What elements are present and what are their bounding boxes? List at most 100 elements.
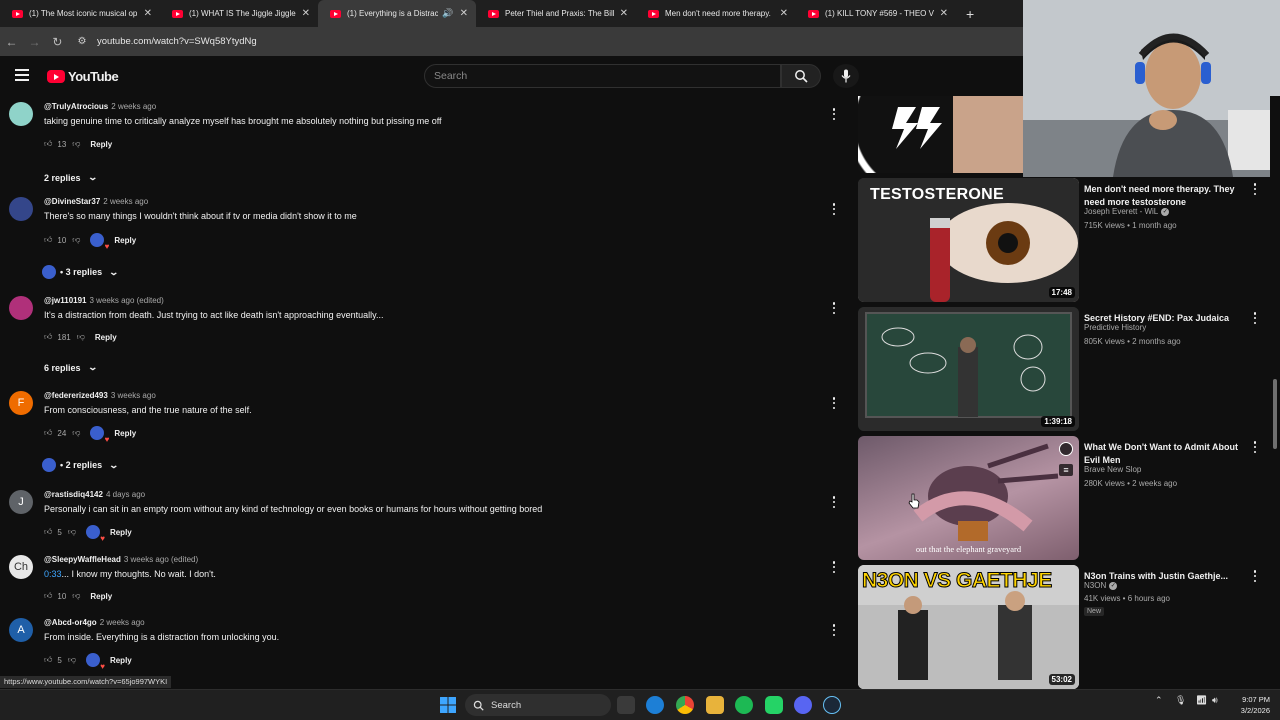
watch-later-icon[interactable] [1059,442,1073,456]
dislike-icon[interactable]: 👎︎ [68,655,76,665]
video-title[interactable]: What We Don't Want to Admit About Evil M… [1084,441,1244,467]
view-replies-button[interactable]: • 3 replies ⌄ [42,265,119,279]
comment-time[interactable]: 2 weeks ago [111,102,156,111]
address-bar[interactable]: ⚙ youtube.com/watch?v=SWq58YtydNg [75,31,1023,53]
microphone-tray-icon[interactable]: 🎙︎ [1175,695,1186,706]
close-tab-icon[interactable]: ✕ [620,8,628,19]
reply-button[interactable]: Reply [114,429,136,438]
video-thumbnail[interactable]: out that the elephant graveyard ≡ [858,436,1079,560]
avatar[interactable] [9,296,33,320]
avatar[interactable]: J [9,490,33,514]
discord-icon[interactable] [794,696,812,714]
view-replies-button[interactable]: • 2 replies ⌄ [42,458,119,472]
video-menu-icon[interactable] [1252,570,1258,582]
menu-icon[interactable] [15,69,29,81]
close-tab-icon[interactable]: ✕ [780,8,788,19]
browser-tab[interactable]: Men don't need more therapy. ✕ [636,0,796,27]
dislike-icon[interactable]: 👎︎ [77,332,85,342]
site-info-icon[interactable]: ⚙ [75,36,89,47]
comment-menu-icon[interactable] [830,496,838,508]
taskbar-clock[interactable]: 9:07 PM 3/2/2026 [1230,694,1270,716]
scrollbar-thumb[interactable] [1273,379,1277,449]
dislike-icon[interactable]: 👎︎ [68,527,76,537]
comment-time[interactable]: 3 weeks ago [111,391,156,400]
search-input[interactable]: Search [424,64,781,88]
steam-icon[interactable] [823,696,841,714]
back-icon[interactable]: ← [0,35,23,49]
volume-icon[interactable]: 🔊︎ [1212,695,1218,706]
comment-time[interactable]: 2 weeks ago [100,618,145,627]
like-icon[interactable]: 👍︎ [44,527,52,537]
add-to-queue-icon[interactable]: ≡ [1059,464,1073,476]
voice-search-button[interactable] [833,64,859,88]
youtube-logo[interactable]: YouTube [47,69,119,84]
video-timestamp-link[interactable]: 0:33 [44,569,62,579]
taskbar-search[interactable]: Search [465,694,611,716]
browser-tab[interactable]: (1) KILL TONY #569 - THEO VO ✕ [796,0,956,27]
task-view-icon[interactable] [617,696,635,714]
page-scrollbar[interactable] [1270,96,1280,689]
reply-button[interactable]: Reply [114,236,136,245]
video-menu-icon[interactable] [1252,183,1258,195]
windows-start-icon[interactable] [439,696,457,714]
comment-author[interactable]: @rastisdiq4142 [44,490,103,499]
video-card[interactable]: N3ON VS GAETHJE 53:02 N3on Trains with J… [858,565,1268,689]
tray-chevron-icon[interactable]: ⌃ [1155,695,1163,706]
like-icon[interactable]: 👍︎ [44,139,52,149]
video-menu-icon[interactable] [1252,312,1258,324]
like-icon[interactable]: 👍︎ [44,655,52,665]
comment-menu-icon[interactable] [830,203,838,215]
new-tab-icon[interactable]: + [956,6,974,22]
comment-time[interactable]: 2 weeks ago [103,197,148,206]
like-icon[interactable]: 👍︎ [44,591,52,601]
avatar[interactable] [9,197,33,221]
reply-button[interactable]: Reply [95,333,117,342]
reply-button[interactable]: Reply [110,528,132,537]
video-menu-icon[interactable] [1252,441,1258,453]
edge-icon[interactable] [646,696,664,714]
dislike-icon[interactable]: 👎︎ [72,591,80,601]
avatar[interactable]: Ch [9,555,33,579]
like-icon[interactable]: 👍︎ [44,428,52,438]
comment-author[interactable]: @SleepyWaffleHead [44,555,121,564]
file-explorer-icon[interactable] [706,696,724,714]
dislike-icon[interactable]: 👎︎ [72,428,80,438]
comment-author[interactable]: @DivineStar37 [44,197,100,206]
view-replies-button[interactable]: 6 replies ⌄ [44,362,98,373]
reply-button[interactable]: Reply [110,656,132,665]
comment-time[interactable]: 3 weeks ago (edited) [124,555,198,564]
video-thumbnail[interactable]: 1:39:18 [858,307,1079,431]
whatsapp-icon[interactable] [765,696,783,714]
video-card[interactable]: 1:39:18 Secret History #END: Pax Judaica… [858,307,1268,431]
video-thumbnail[interactable]: TESTOSTERONE 17:48 [858,178,1079,302]
comment-author[interactable]: @TrulyAtrocious [44,102,108,111]
wifi-icon[interactable]: 📶︎ [1196,695,1207,706]
spotify-icon[interactable] [735,696,753,714]
avatar[interactable]: A [9,618,33,642]
avatar[interactable] [9,102,33,126]
close-tab-icon[interactable]: ✕ [302,8,310,19]
browser-tab-active[interactable]: (1) Everything is a Distractio 🔊 ✕ [318,0,476,27]
view-replies-button[interactable]: 2 replies ⌄ [44,172,98,183]
video-card[interactable]: TESTOSTERONE 17:48 Men don't need more t… [858,178,1268,302]
video-title[interactable]: Men don't need more therapy. They need m… [1084,183,1244,209]
speaker-icon[interactable]: 🔊 [442,8,453,19]
browser-tab[interactable]: (1) WHAT IS The Jiggle Jiggle sl ✕ [160,0,318,27]
forward-icon[interactable]: → [23,35,46,49]
close-tab-icon[interactable]: ✕ [460,8,468,19]
channel-name[interactable]: Brave New Slop [1084,465,1141,474]
dislike-icon[interactable]: 👎︎ [72,235,80,245]
chrome-icon[interactable] [676,696,694,714]
comment-time[interactable]: 4 days ago [106,490,145,499]
channel-name[interactable]: Joseph Everett - WiL ✓ [1084,207,1170,216]
comment-time[interactable]: 3 weeks ago (edited) [90,296,164,305]
browser-tab[interactable]: (1) The Most iconic musical op ✕ [0,0,160,27]
video-thumbnail[interactable]: N3ON VS GAETHJE 53:02 [858,565,1079,689]
search-button[interactable] [781,64,821,88]
comment-menu-icon[interactable] [830,561,838,573]
comment-author[interactable]: @jw110191 [44,296,87,305]
dislike-icon[interactable]: 👎︎ [72,139,80,149]
browser-tab[interactable]: Peter Thiel and Praxis: The Billi ✕ [476,0,636,27]
reply-button[interactable]: Reply [90,592,112,601]
close-tab-icon[interactable]: ✕ [144,8,152,19]
